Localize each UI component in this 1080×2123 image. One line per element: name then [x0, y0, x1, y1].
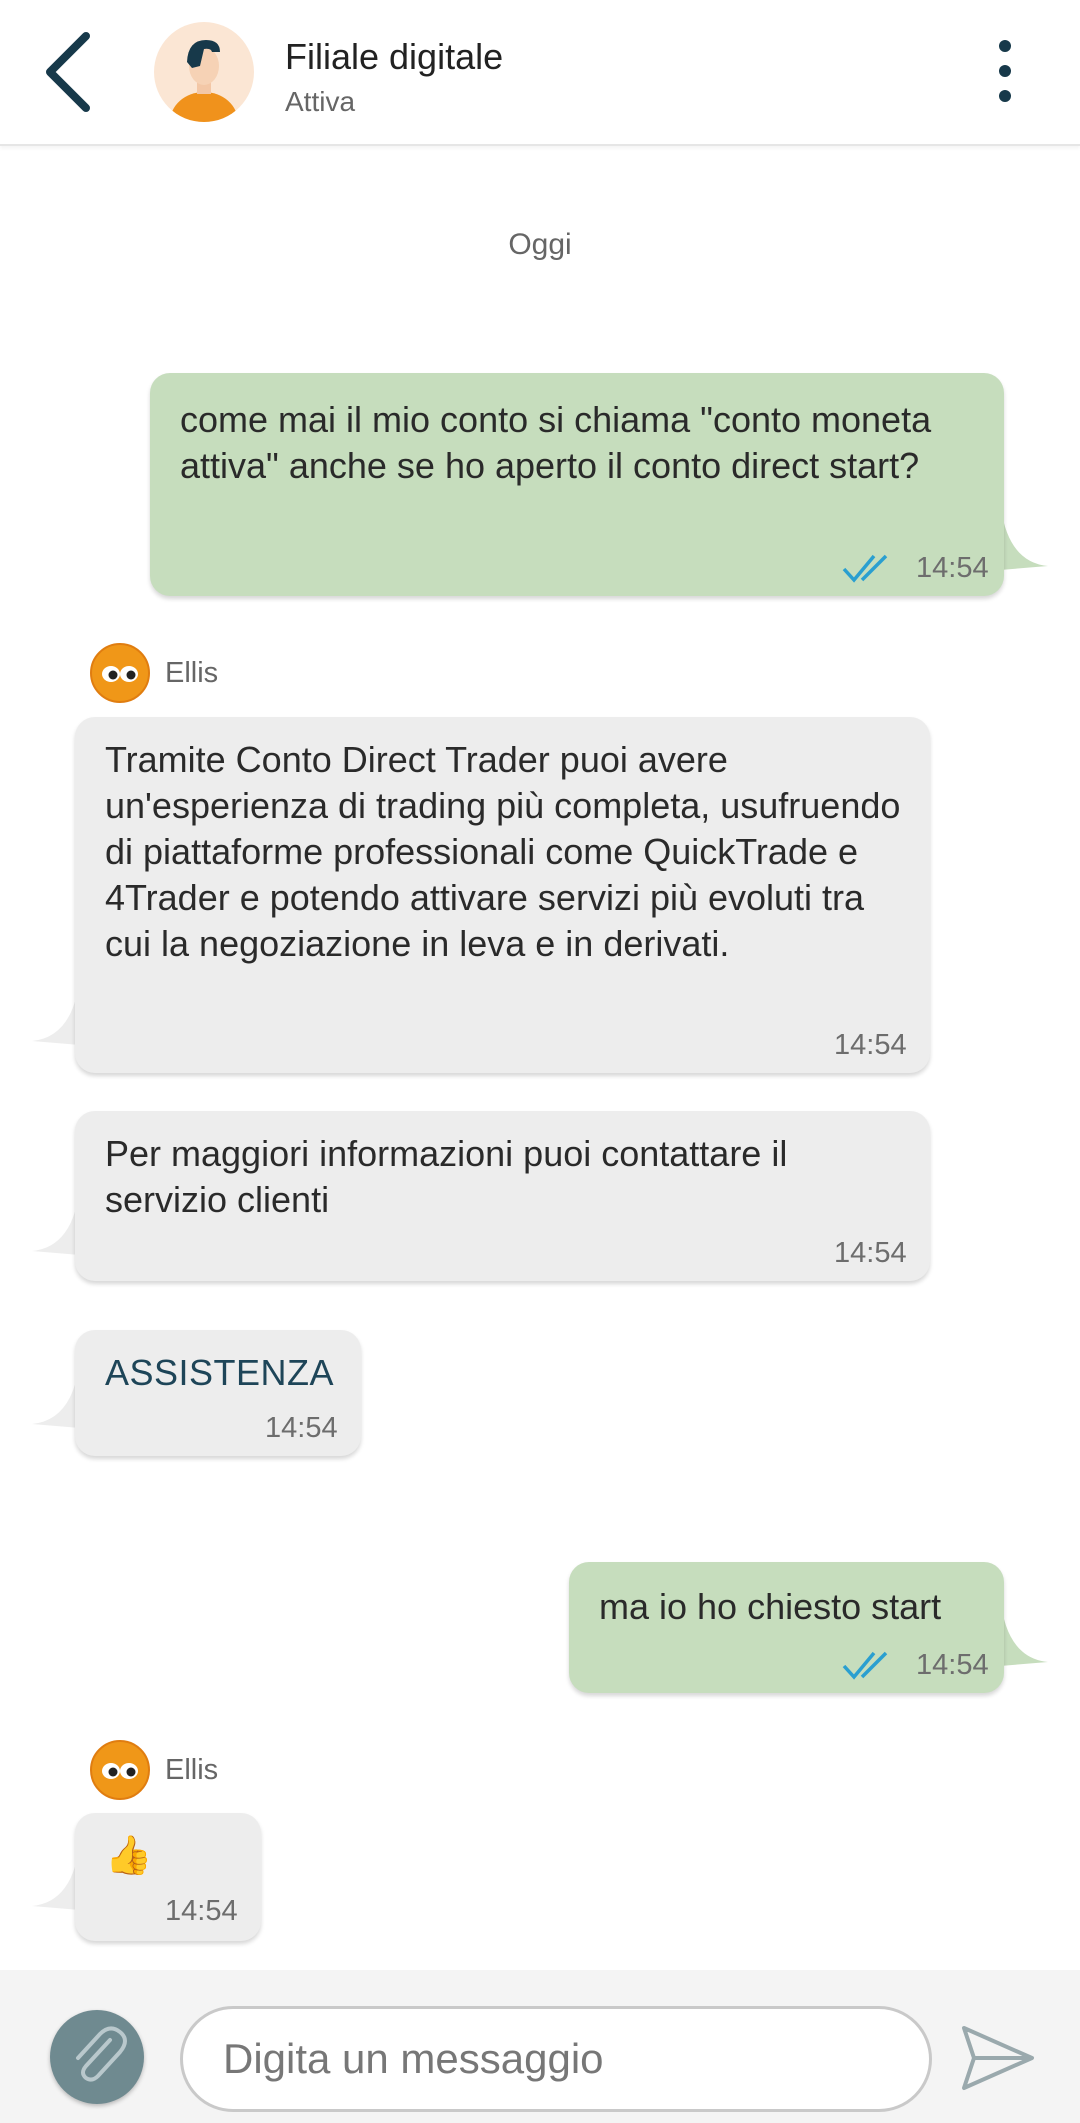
message-bubble-outgoing: come mai il mio conto si chiama "conto m…	[150, 373, 1004, 596]
bot-avatar	[90, 643, 150, 703]
message-bubble-outgoing: ma io ho chiesto start 14:54	[569, 1562, 1004, 1693]
message-input[interactable]	[180, 2006, 932, 2112]
message-text: Per maggiori informazioni puoi contattar…	[105, 1133, 788, 1220]
double-check-icon	[842, 554, 888, 583]
back-arrow-icon	[46, 32, 90, 112]
message-time: 14:54	[265, 1412, 338, 1444]
message-text: come mai il mio conto si chiama "conto m…	[180, 399, 932, 486]
chat-header: Filiale digitale Attiva	[0, 0, 1080, 146]
chat-status: Attiva	[285, 86, 356, 117]
message-text: Tramite Conto Direct Trader puoi avere u…	[105, 739, 901, 964]
assistenza-link[interactable]: ASSISTENZA	[105, 1352, 334, 1394]
send-icon	[962, 2026, 1034, 2090]
bot-avatar	[90, 1740, 150, 1800]
message-time: 14:54	[916, 552, 989, 584]
message-bubble-incoming: ASSISTENZA 14:54	[75, 1330, 361, 1456]
double-check-icon	[842, 1651, 888, 1680]
message-time: 14:54	[834, 1237, 907, 1269]
more-vertical-icon	[999, 40, 1011, 52]
message-bubble-incoming: Per maggiori informazioni puoi contattar…	[75, 1111, 930, 1281]
sender-name: Ellis	[165, 1754, 219, 1786]
message-bubble-incoming: Tramite Conto Direct Trader puoi avere u…	[75, 717, 930, 1073]
message-time: 14:54	[165, 1895, 238, 1927]
message-text: ma io ho chiesto start	[599, 1586, 942, 1627]
agent-avatar	[154, 22, 254, 122]
sender-name: Ellis	[165, 657, 219, 689]
message-bubble-incoming: 👍 14:54	[75, 1813, 261, 1941]
back-button[interactable]	[36, 28, 100, 116]
message-time: 14:54	[916, 1649, 989, 1681]
send-button[interactable]	[958, 2018, 1038, 2098]
more-options-button[interactable]	[985, 36, 1025, 106]
message-emoji: 👍	[105, 1835, 153, 1877]
chat-title: Filiale digitale	[285, 36, 504, 77]
attach-button[interactable]	[50, 2010, 144, 2104]
message-time: 14:54	[834, 1029, 907, 1061]
paperclip-icon	[76, 2026, 127, 2082]
day-divider: Oggi	[508, 228, 572, 261]
